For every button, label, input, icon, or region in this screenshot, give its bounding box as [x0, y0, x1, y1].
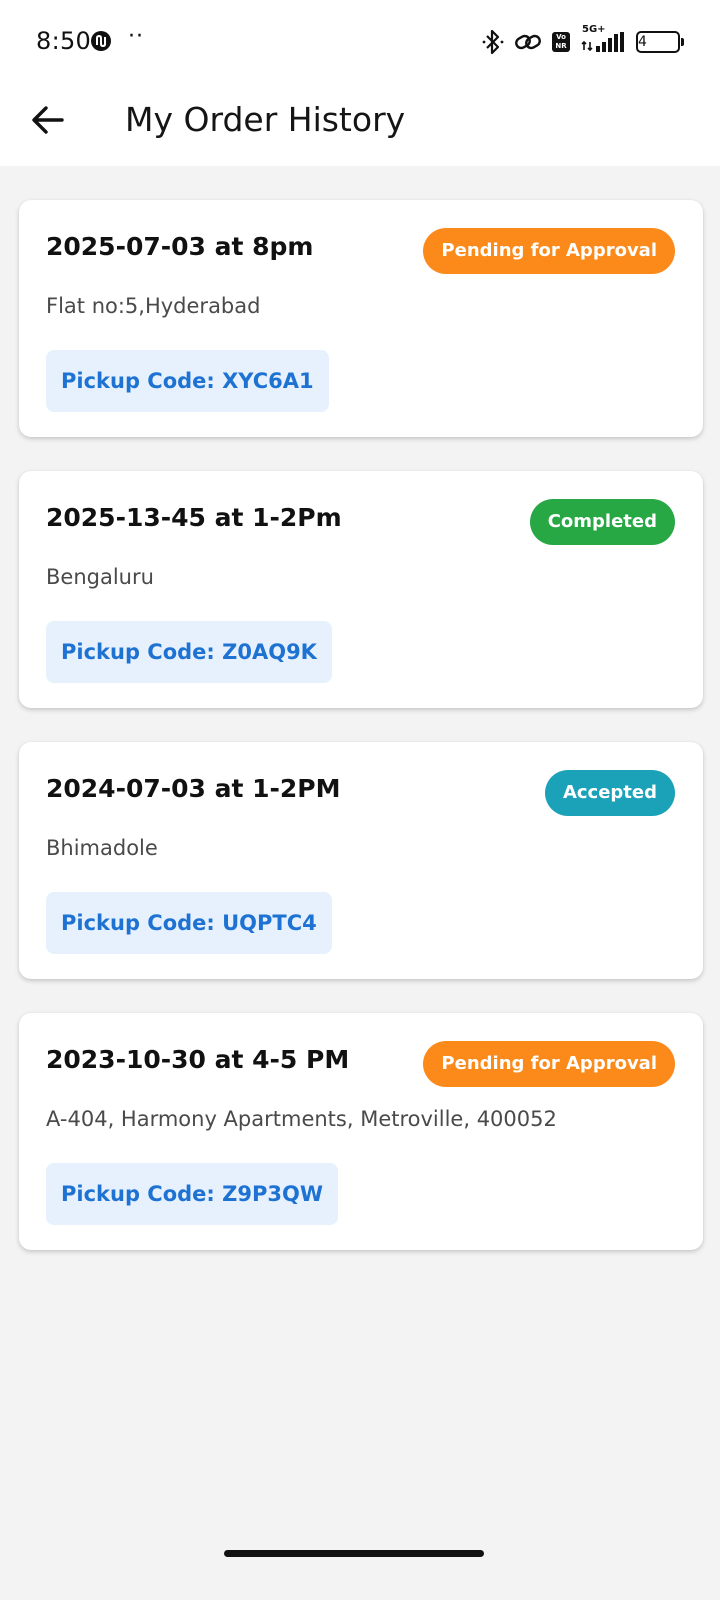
signal-icon: 5G+	[580, 24, 626, 54]
order-card[interactable]: 2025-07-03 at 8pm Pending for Approval F…	[19, 200, 703, 437]
network-type-label: 5G+	[582, 24, 606, 35]
arrow-left-icon	[32, 106, 64, 134]
status-more-dots: ··	[128, 24, 144, 49]
order-card[interactable]: 2023-10-30 at 4-5 PM Pending for Approva…	[19, 1013, 703, 1250]
order-date: 2025-07-03 at 8pm	[46, 232, 314, 261]
volte-top-text: Vo	[556, 33, 566, 41]
status-badge: Pending for Approval	[423, 228, 675, 274]
volte-icon: Vo NR	[552, 32, 570, 52]
order-address: Bhimadole	[46, 836, 158, 860]
hotspot-link-icon	[514, 30, 542, 54]
battery-icon: 4	[636, 31, 684, 53]
order-date: 2023-10-30 at 4-5 PM	[46, 1045, 350, 1074]
status-bar: 8:50 ·· Vo NR 5G+ 4	[0, 0, 720, 84]
order-address: A-404, Harmony Apartments, Metroville, 4…	[46, 1107, 557, 1131]
pickup-code: Pickup Code: UQPTC4	[46, 892, 332, 954]
bluetooth-icon	[482, 29, 504, 55]
pickup-code: Pickup Code: Z0AQ9K	[46, 621, 332, 683]
pickup-code: Pickup Code: Z9P3QW	[46, 1163, 338, 1225]
status-badge: Completed	[529, 499, 675, 545]
pickup-code: Pickup Code: XYC6A1	[46, 350, 329, 412]
back-button[interactable]	[24, 96, 72, 144]
volte-bottom-text: NR	[555, 42, 567, 50]
order-address: Bengaluru	[46, 565, 154, 589]
status-icons: Vo NR 5G+ 4	[482, 24, 684, 58]
order-card[interactable]: 2024-07-03 at 1-2PM Accepted Bhimadole P…	[19, 742, 703, 979]
status-badge: Accepted	[544, 770, 675, 816]
order-list: 2025-07-03 at 8pm Pending for Approval F…	[19, 200, 703, 1284]
status-time: 8:50	[36, 27, 92, 55]
order-date: 2024-07-03 at 1-2PM	[46, 774, 341, 803]
order-address: Flat no:5,Hyderabad	[46, 294, 261, 318]
order-date: 2025-13-45 at 1-2Pm	[46, 503, 342, 532]
status-badge: Pending for Approval	[423, 1041, 675, 1087]
page-title: My Order History	[125, 100, 406, 139]
app-notification-icon	[90, 30, 112, 52]
home-indicator[interactable]	[224, 1550, 484, 1557]
battery-level: 4	[638, 34, 647, 50]
order-card[interactable]: 2025-13-45 at 1-2Pm Completed Bengaluru …	[19, 471, 703, 708]
app-bar: My Order History	[0, 84, 720, 166]
